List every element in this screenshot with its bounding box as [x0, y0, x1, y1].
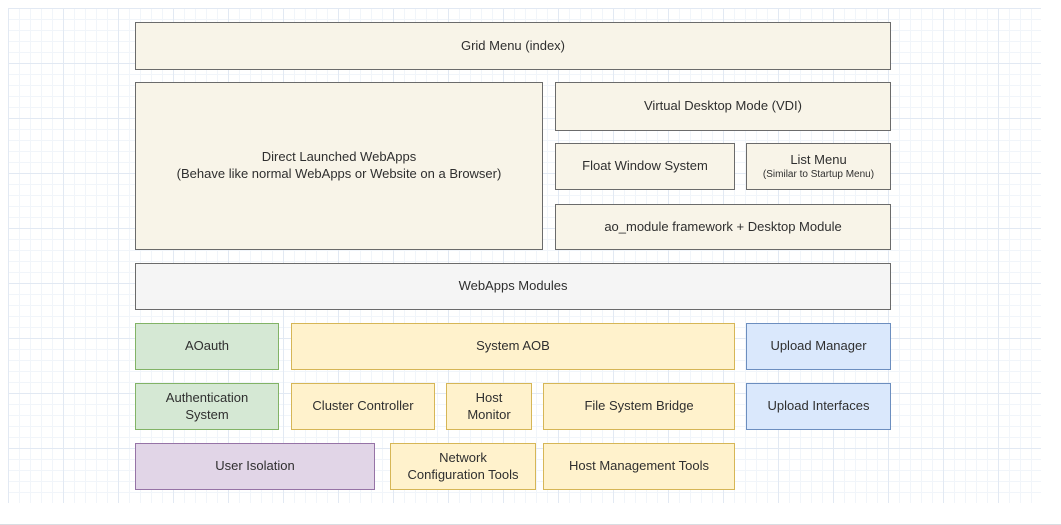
node-aoauth-label: AOauth — [185, 338, 229, 355]
node-upload-interfaces: Upload Interfaces — [746, 383, 891, 430]
node-authentication-system: Authentication System — [135, 383, 279, 430]
node-host-monitor: Host Monitor — [446, 383, 532, 430]
diagram-grid-canvas: Grid Menu (index) Direct Launched WebApp… — [8, 8, 1041, 503]
node-host-management-tools: Host Management Tools — [543, 443, 735, 490]
node-webapps-modules-label: WebApps Modules — [459, 278, 568, 295]
node-aoauth: AOauth — [135, 323, 279, 370]
node-upload-interfaces-label: Upload Interfaces — [768, 398, 870, 415]
node-grid-menu: Grid Menu (index) — [135, 22, 891, 70]
node-cluster-controller: Cluster Controller — [291, 383, 435, 430]
node-network-configuration-tools-label: Network Configuration Tools — [399, 450, 527, 484]
node-ao-module-framework-label: ao_module framework + Desktop Module — [604, 219, 841, 236]
node-host-management-tools-label: Host Management Tools — [569, 458, 709, 475]
node-float-window-system: Float Window System — [555, 143, 735, 190]
node-list-menu-note: (Similar to Startup Menu) — [763, 169, 874, 181]
node-direct-launched-webapps-subtitle: (Behave like normal WebApps or Website o… — [177, 166, 502, 183]
node-host-monitor-label: Host Monitor — [453, 390, 525, 424]
node-webapps-modules: WebApps Modules — [135, 263, 891, 310]
node-system-aob-label: System AOB — [476, 338, 550, 355]
node-authentication-system-label: Authentication System — [146, 390, 268, 424]
node-direct-launched-webapps: Direct Launched WebApps (Behave like nor… — [135, 82, 543, 250]
node-file-system-bridge-label: File System Bridge — [584, 398, 693, 415]
node-grid-menu-label: Grid Menu (index) — [461, 38, 565, 55]
node-user-isolation: User Isolation — [135, 443, 375, 490]
node-cluster-controller-label: Cluster Controller — [312, 398, 413, 415]
node-system-aob: System AOB — [291, 323, 735, 370]
diagram-page: { "nodes": { "grid_menu": "Grid Menu (in… — [0, 0, 1061, 525]
node-virtual-desktop-mode: Virtual Desktop Mode (VDI) — [555, 82, 891, 131]
node-upload-manager: Upload Manager — [746, 323, 891, 370]
node-list-menu-label: List Menu — [790, 152, 846, 169]
node-float-window-system-label: Float Window System — [582, 158, 708, 175]
node-network-configuration-tools: Network Configuration Tools — [390, 443, 536, 490]
node-direct-launched-webapps-title: Direct Launched WebApps — [262, 149, 416, 166]
node-file-system-bridge: File System Bridge — [543, 383, 735, 430]
node-user-isolation-label: User Isolation — [215, 458, 294, 475]
node-upload-manager-label: Upload Manager — [770, 338, 866, 355]
node-ao-module-framework: ao_module framework + Desktop Module — [555, 204, 891, 250]
node-list-menu: List Menu (Similar to Startup Menu) — [746, 143, 891, 190]
node-virtual-desktop-mode-label: Virtual Desktop Mode (VDI) — [644, 98, 802, 115]
